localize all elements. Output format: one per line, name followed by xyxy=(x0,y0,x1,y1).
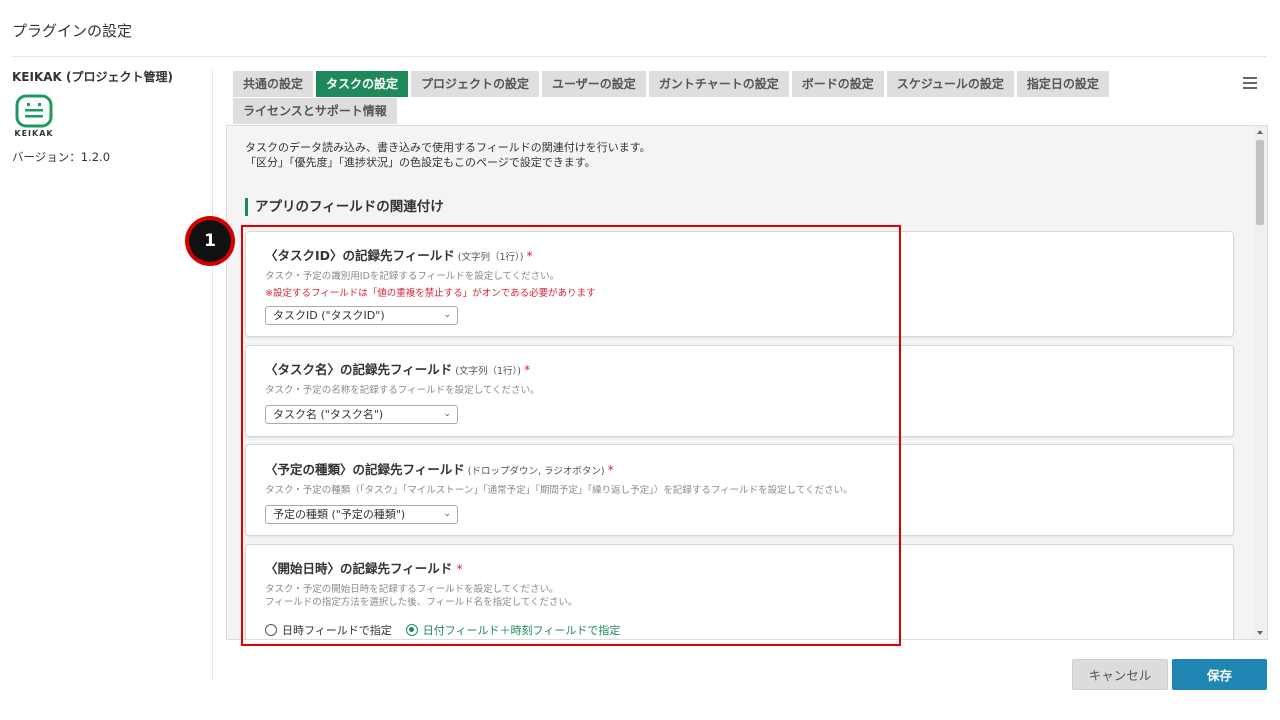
field-card-task-name: 〈タスク名〉の記録先フィールド (文字列（1行）) * タスク・予定の名称を記録… xyxy=(245,345,1234,437)
radio-datetime-field[interactable]: 日時フィールドで指定 xyxy=(265,622,392,638)
settings-tabs: 共通の設定 タスクの設定 プロジェクトの設定 ユーザーの設定 ガントチャートの設… xyxy=(233,71,1109,97)
scroll-up-arrow-icon[interactable] xyxy=(1257,130,1263,134)
scroll-down-arrow-icon[interactable] xyxy=(1257,631,1263,635)
card-description: タスク・予定の開始日時を記録するフィールドを設定してください。 フィールドの指定… xyxy=(265,584,578,608)
chevron-down-icon: ⌄ xyxy=(443,409,451,419)
radio-date-plus-time-field[interactable]: 日付フィールド＋時刻フィールドで指定 xyxy=(405,622,620,638)
cancel-button[interactable]: キャンセル xyxy=(1072,659,1168,690)
section-title: アプリのフィールドの関連付け xyxy=(245,198,444,216)
plugin-info-panel: KEIKAK (プロジェクト管理) KEIKAK バージョン：1.2.0 xyxy=(12,68,202,165)
tab-schedule-settings[interactable]: スケジュールの設定 xyxy=(886,71,1014,97)
plugin-name: KEIKAK (プロジェクト管理) xyxy=(12,70,173,84)
card-title: 〈予定の種類〉の記録先フィールド (ドロップダウン, ラジオボタン) * xyxy=(265,462,614,477)
tab-license-support[interactable]: ライセンスとサポート情報 xyxy=(233,98,397,124)
plugin-version: バージョン：1.2.0 xyxy=(12,150,111,164)
field-card-schedule-type: 〈予定の種類〉の記録先フィールド (ドロップダウン, ラジオボタン) * タスク… xyxy=(245,444,1234,536)
page-title: プラグインの設定 xyxy=(12,22,133,40)
intro-line-1: タスクのデータ読み込み、書き込みで使用するフィールドの関連付けを行います。 xyxy=(245,141,651,154)
intro-line-2: 「区分」「優先度」「進捗状況」の色設定もこのページで設定できます。 xyxy=(245,156,596,169)
tab-common-settings[interactable]: 共通の設定 xyxy=(233,71,314,97)
tab-task-settings[interactable]: タスクの設定 xyxy=(316,71,409,97)
chevron-down-icon: ⌄ xyxy=(443,509,451,519)
schedule-type-field-select[interactable]: 予定の種類 ("予定の種類") ⌄ xyxy=(265,505,458,524)
field-card-start-datetime: 〈開始日時〉の記録先フィールド * タスク・予定の開始日時を記録するフィールドを… xyxy=(245,544,1234,639)
field-card-task-id: 〈タスクID〉の記録先フィールド (文字列（1行）) * タスク・予定の識別用I… xyxy=(245,231,1234,337)
tab-specified-date-settings[interactable]: 指定日の設定 xyxy=(1016,71,1109,97)
chevron-down-icon: ⌄ xyxy=(443,310,451,320)
logo-text: KEIKAK xyxy=(14,129,54,138)
tab-project-settings[interactable]: プロジェクトの設定 xyxy=(411,71,540,97)
card-warning: ※設定するフィールドは「値の重複を禁止する」がオンである必要があります xyxy=(265,288,596,299)
scrollbar-thumb[interactable] xyxy=(1256,140,1264,225)
card-title: 〈タスク名〉の記録先フィールド (文字列（1行）) * xyxy=(265,362,531,377)
tab-board-settings[interactable]: ボードの設定 xyxy=(791,71,884,97)
intro-text: タスクのデータ読み込み、書き込みで使用するフィールドの関連付けを行います。 「区… xyxy=(245,140,651,170)
settings-content-panel: タスクのデータ読み込み、書き込みで使用するフィールドの関連付けを行います。 「区… xyxy=(226,125,1268,640)
settings-tabs-row2: ライセンスとサポート情報 xyxy=(233,98,397,124)
card-title: 〈タスクID〉の記録先フィールド (文字列（1行）) * xyxy=(265,248,533,263)
card-description: タスク・予定の種類（「タスク」「マイルストーン」「通常予定」「期間予定」「繰り返… xyxy=(265,485,853,496)
tab-gantt-settings[interactable]: ガントチャートの設定 xyxy=(648,71,789,97)
keikak-logo: KEIKAK xyxy=(12,94,56,142)
tab-user-settings[interactable]: ユーザーの設定 xyxy=(542,71,646,97)
content-scrollbar[interactable] xyxy=(1253,126,1267,639)
keikak-logo-icon xyxy=(15,94,53,128)
card-description: タスク・予定の識別用IDを記録するフィールドを設定してください。 xyxy=(265,271,560,282)
hamburger-menu-icon[interactable] xyxy=(1243,77,1257,89)
datetime-method-radio-group: 日時フィールドで指定 日付フィールド＋時刻フィールドで指定 xyxy=(265,622,634,638)
annotation-marker: 1 xyxy=(185,216,235,266)
task-id-field-select[interactable]: タスクID ("タスクID") ⌄ xyxy=(265,306,458,325)
task-name-field-select[interactable]: タスク名 ("タスク名") ⌄ xyxy=(265,405,458,424)
card-description: タスク・予定の名称を記録するフィールドを設定してください。 xyxy=(265,385,540,396)
panel-divider xyxy=(212,70,213,680)
title-divider xyxy=(12,56,1266,57)
save-button[interactable]: 保存 xyxy=(1172,659,1267,690)
card-title: 〈開始日時〉の記録先フィールド * xyxy=(265,561,463,576)
